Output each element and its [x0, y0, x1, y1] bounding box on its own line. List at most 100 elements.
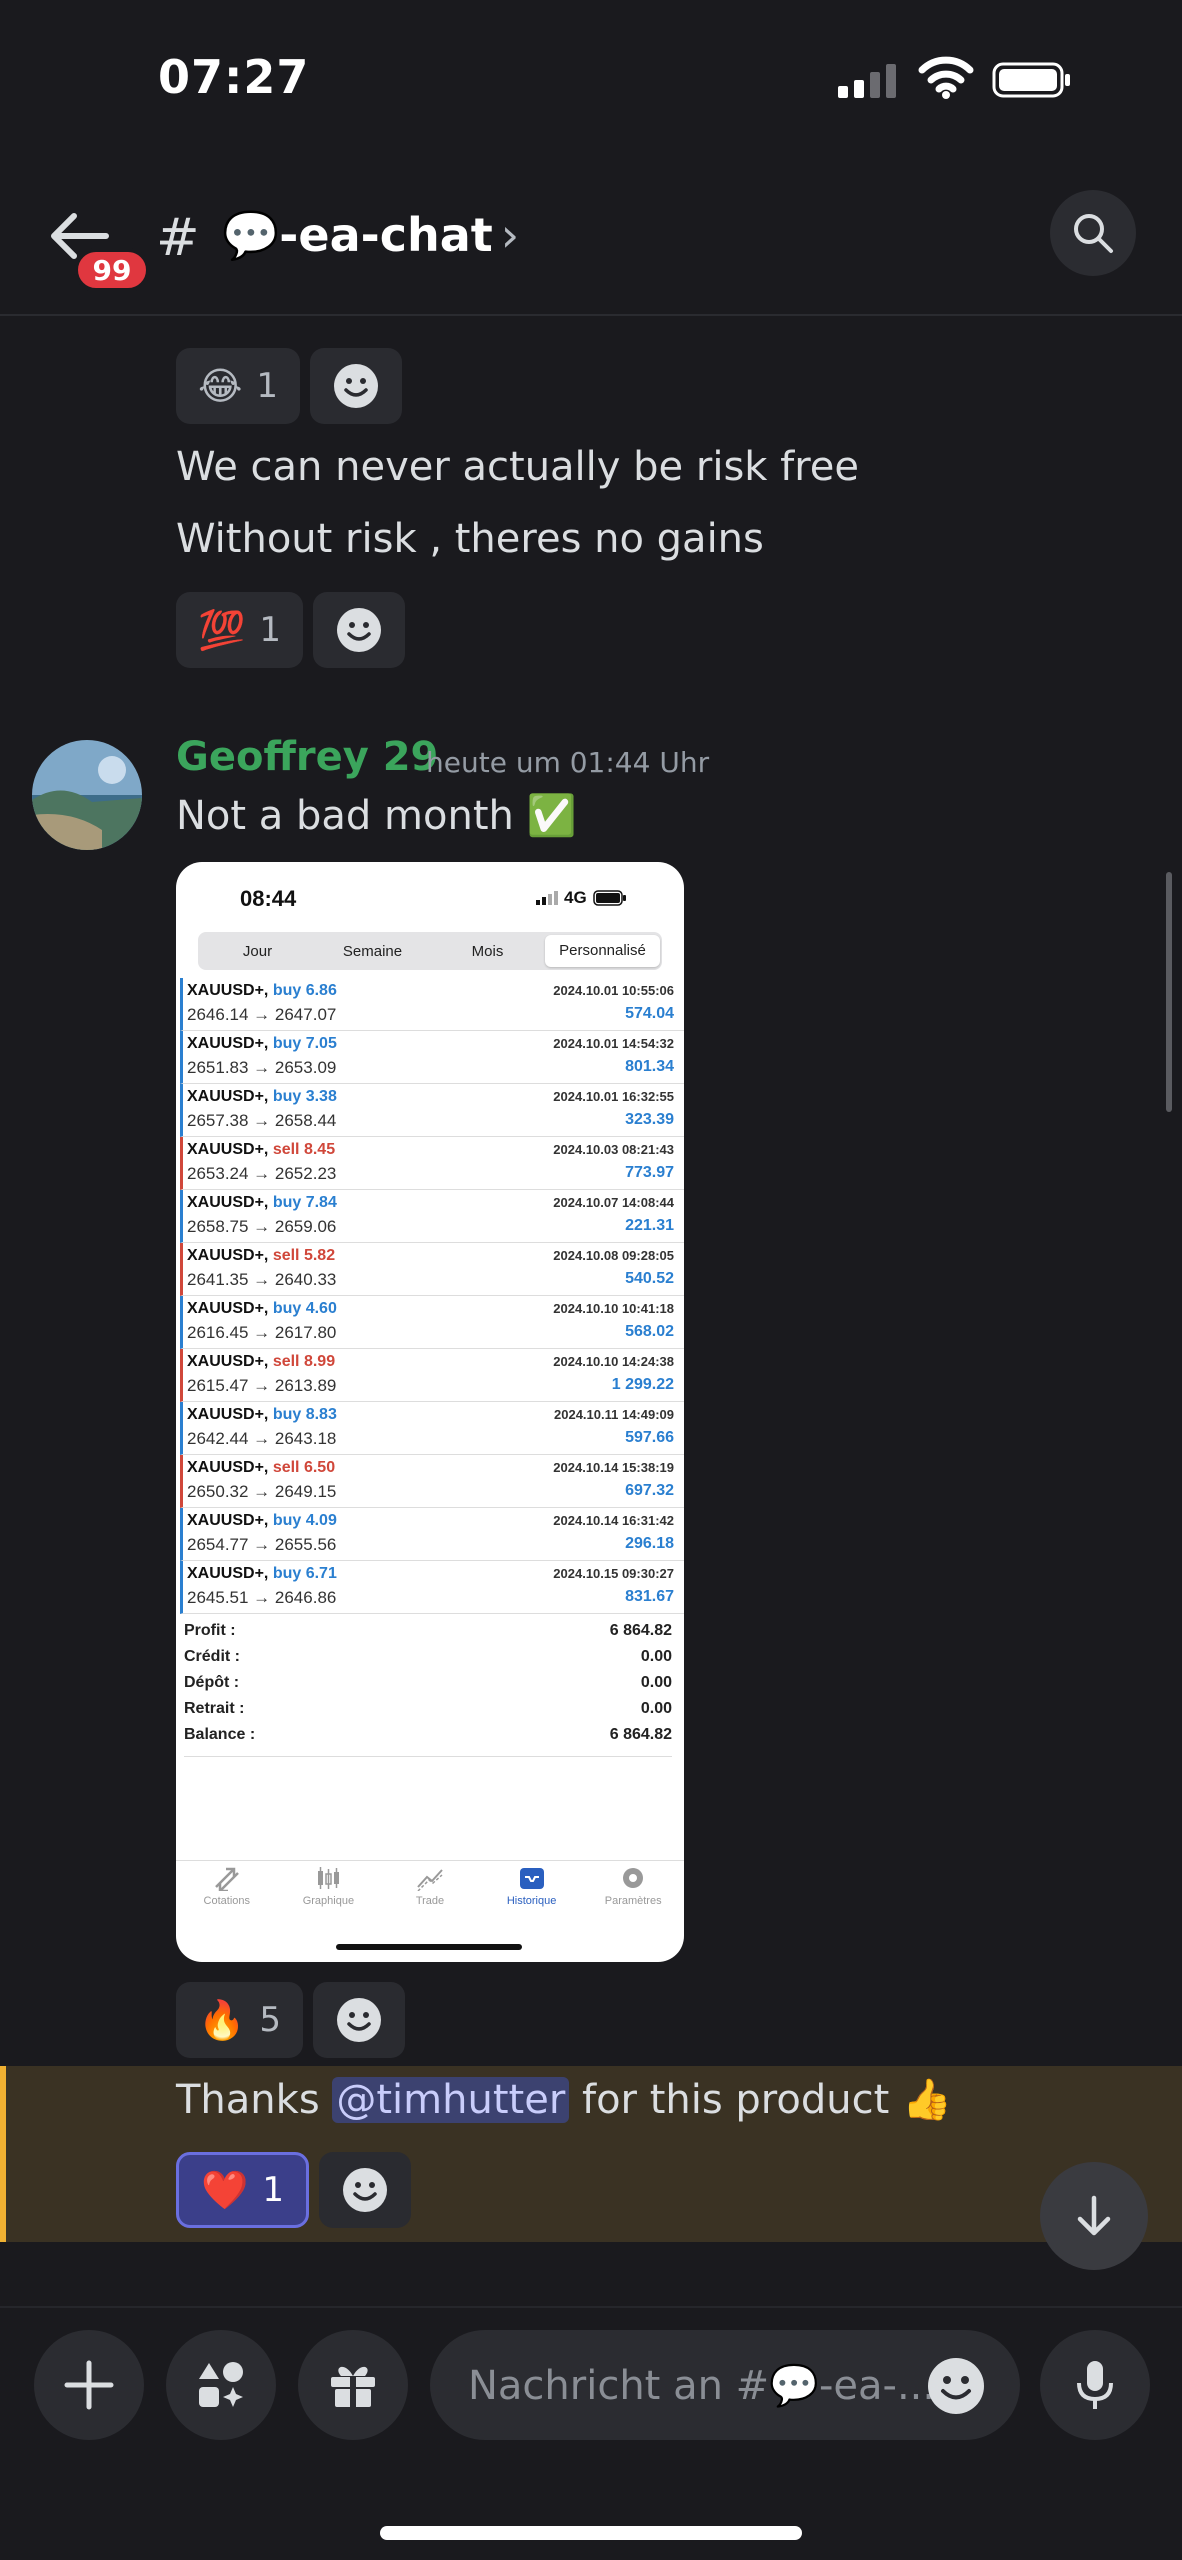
trade-prices: 2616.45 → 2617.80 — [187, 1323, 337, 1342]
trade-profit: 773.97 — [625, 1164, 674, 1181]
trade-row: XAUUSD+, buy 6.86 2646.14 → 2647.07 2024.1… — [180, 978, 684, 1031]
trade-date: 2024.10.10 14:24:38 — [553, 1354, 674, 1369]
reaction-laughing[interactable]: 😂 1 — [176, 348, 301, 424]
username[interactable]: Geoffrey 29 — [176, 734, 438, 780]
message-text-part: Thanks — [176, 2077, 333, 2123]
symbol-text: XAUUSD+, — [187, 1035, 269, 1052]
trade-prices: 2658.75 → 2659.06 — [187, 1217, 337, 1236]
attachment-tab-item: Paramètres — [582, 1861, 684, 1930]
add-reaction-button[interactable] — [318, 2152, 411, 2228]
wifi-icon — [918, 56, 974, 99]
symbol-text: XAUUSD+, — [187, 1565, 269, 1582]
trade-profit: 574.04 — [625, 1005, 674, 1022]
attachment-home-indicator — [336, 1944, 522, 1950]
trade-symbol: XAUUSD+, sell 8.45 — [187, 1141, 335, 1159]
smiley-add-icon — [334, 364, 379, 408]
gift-button[interactable] — [298, 2330, 408, 2440]
attachment-tab-bar: Cotations Graphique Trade Historique Paramèt… — [176, 1860, 684, 1930]
reaction-heart[interactable]: ❤️ 1 — [176, 2152, 309, 2228]
trade-row: XAUUSD+, sell 8.99 2615.47 → 2613.89 2024.… — [180, 1349, 684, 1402]
trade-symbol: XAUUSD+, sell 8.99 — [187, 1353, 335, 1371]
plus-icon — [64, 2360, 114, 2410]
message-text: Not a bad month ✅ — [176, 793, 577, 839]
reaction-row: ❤️ 1 — [176, 2152, 411, 2228]
message-text: We can never actually be risk free — [176, 444, 860, 490]
symbol-text: XAUUSD+, — [187, 982, 269, 999]
reaction-fire[interactable]: 🔥 5 — [176, 1982, 303, 2058]
apps-icon — [199, 2362, 243, 2407]
symbol-text: XAUUSD+, — [187, 1141, 269, 1158]
voice-message-button[interactable] — [1040, 2330, 1150, 2440]
total-row: Profit : 6 864.82 — [184, 1622, 672, 1648]
network-type: 4G — [564, 888, 587, 907]
trade-direction: buy 6.71 — [272, 1565, 337, 1582]
trade-prices: 2645.51 → 2646.86 — [187, 1588, 337, 1607]
trade-row: XAUUSD+, sell 8.45 2653.24 → 2652.23 2024.… — [180, 1137, 684, 1190]
divider — [184, 1756, 672, 1757]
trade-prices: 2642.44 → 2643.18 — [187, 1429, 337, 1448]
trade-totals: Profit :6 864.82 Crédit :0.00 Dépôt :0.00 R… — [184, 1622, 672, 1757]
total-label: Balance : — [184, 1726, 256, 1743]
add-attachment-button[interactable] — [34, 2330, 144, 2440]
fire-emoji: 🔥 — [198, 1997, 246, 2042]
trade-prices: 2646.14 → 2647.07 — [187, 1005, 337, 1024]
tab-label: Trade — [415, 1895, 445, 1907]
trade-symbol: XAUUSD+, buy 4.09 — [187, 1512, 337, 1530]
total-row: Dépôt : 0.00 — [184, 1674, 672, 1700]
add-reaction-button[interactable] — [312, 1982, 405, 2058]
trade-row: XAUUSD+, buy 7.05 2651.83 → 2653.09 2024.1… — [180, 1031, 684, 1084]
symbol-text: XAUUSD+, — [187, 1512, 269, 1529]
scrollbar[interactable] — [1166, 872, 1172, 1112]
total-value: 0.00 — [640, 1674, 672, 1691]
jump-to-bottom-button[interactable] — [1040, 2162, 1148, 2270]
search-button[interactable] — [1050, 190, 1136, 276]
reaction-hundred[interactable]: 💯 1 — [176, 592, 303, 668]
trade-direction: sell 8.99 — [272, 1353, 336, 1370]
reaction-count: 5 — [259, 2000, 281, 2040]
trade-direction: sell 8.45 — [272, 1141, 336, 1158]
channel-header: 99 # 💬-ea-chat › — [0, 190, 1182, 316]
trade-profit: 323.39 — [625, 1111, 674, 1128]
attachment-tab-item: Trade — [379, 1861, 481, 1930]
user-avatar[interactable] — [32, 740, 142, 850]
trade-symbol: XAUUSD+, sell 6.50 — [187, 1459, 335, 1477]
smiley-add-icon — [336, 608, 381, 652]
total-row: Crédit : 0.00 — [184, 1648, 672, 1674]
apps-button[interactable] — [166, 2330, 276, 2440]
trade-date: 2024.10.01 10:55:06 — [553, 983, 674, 998]
total-label: Profit : — [184, 1622, 236, 1639]
reaction-count: 1 — [262, 2170, 284, 2210]
channel-name-text: 💬-ea-chat — [222, 208, 493, 262]
heart-emoji: ❤️ — [201, 2167, 249, 2212]
period-tab: Semaine — [342, 942, 403, 960]
trade-prices: 2653.24 → 2652.23 — [187, 1164, 337, 1183]
add-reaction-button[interactable] — [312, 592, 405, 668]
trade-direction: buy 4.09 — [272, 1512, 337, 1529]
trade-row: XAUUSD+, buy 3.38 2657.38 → 2658.44 2024.1… — [180, 1084, 684, 1137]
trade-date: 2024.10.11 14:49:09 — [554, 1407, 674, 1422]
trade-symbol: XAUUSD+, sell 5.82 — [187, 1247, 335, 1265]
trade-date: 2024.10.08 09:28:05 — [553, 1248, 674, 1263]
signal-icon — [536, 891, 558, 905]
trade-profit: 801.34 — [625, 1058, 674, 1075]
message-text: Thanks @timhutter for this product 👍 — [176, 2076, 952, 2123]
total-label: Crédit : — [184, 1648, 240, 1665]
emoji-picker-icon[interactable] — [926, 2356, 986, 2416]
trade-row: XAUUSD+, buy 4.09 2654.77 → 2655.56 2024.1… — [180, 1508, 684, 1561]
smiley-add-icon — [336, 1998, 381, 2042]
add-reaction-button[interactable] — [310, 348, 403, 424]
image-attachment[interactable]: 08:44 4G Jour Semaine Mois Personnalisé XAU… — [176, 862, 684, 1962]
trade-row: XAUUSD+, sell 6.50 2650.32 → 2649.15 2024.… — [180, 1455, 684, 1508]
trade-row: XAUUSD+, sell 5.82 2641.35 → 2640.33 2024.… — [180, 1243, 684, 1296]
trade-row: XAUUSD+, buy 7.84 2658.75 → 2659.06 2024.1… — [180, 1190, 684, 1243]
channel-title[interactable]: 💬-ea-chat › — [222, 208, 519, 263]
trade-direction: buy 7.05 — [272, 1035, 337, 1052]
smiley-add-icon — [342, 2168, 387, 2212]
trade-date: 2024.10.07 14:08:44 — [553, 1195, 674, 1210]
symbol-text: XAUUSD+, — [187, 1247, 269, 1264]
user-mention[interactable]: @timhutter — [332, 2077, 570, 2123]
trade-profit: 540.52 — [625, 1270, 674, 1287]
trade-direction: buy 6.86 — [272, 982, 337, 999]
attachment-tab-item: Graphique — [278, 1861, 380, 1930]
trade-direction: buy 8.83 — [272, 1406, 337, 1423]
